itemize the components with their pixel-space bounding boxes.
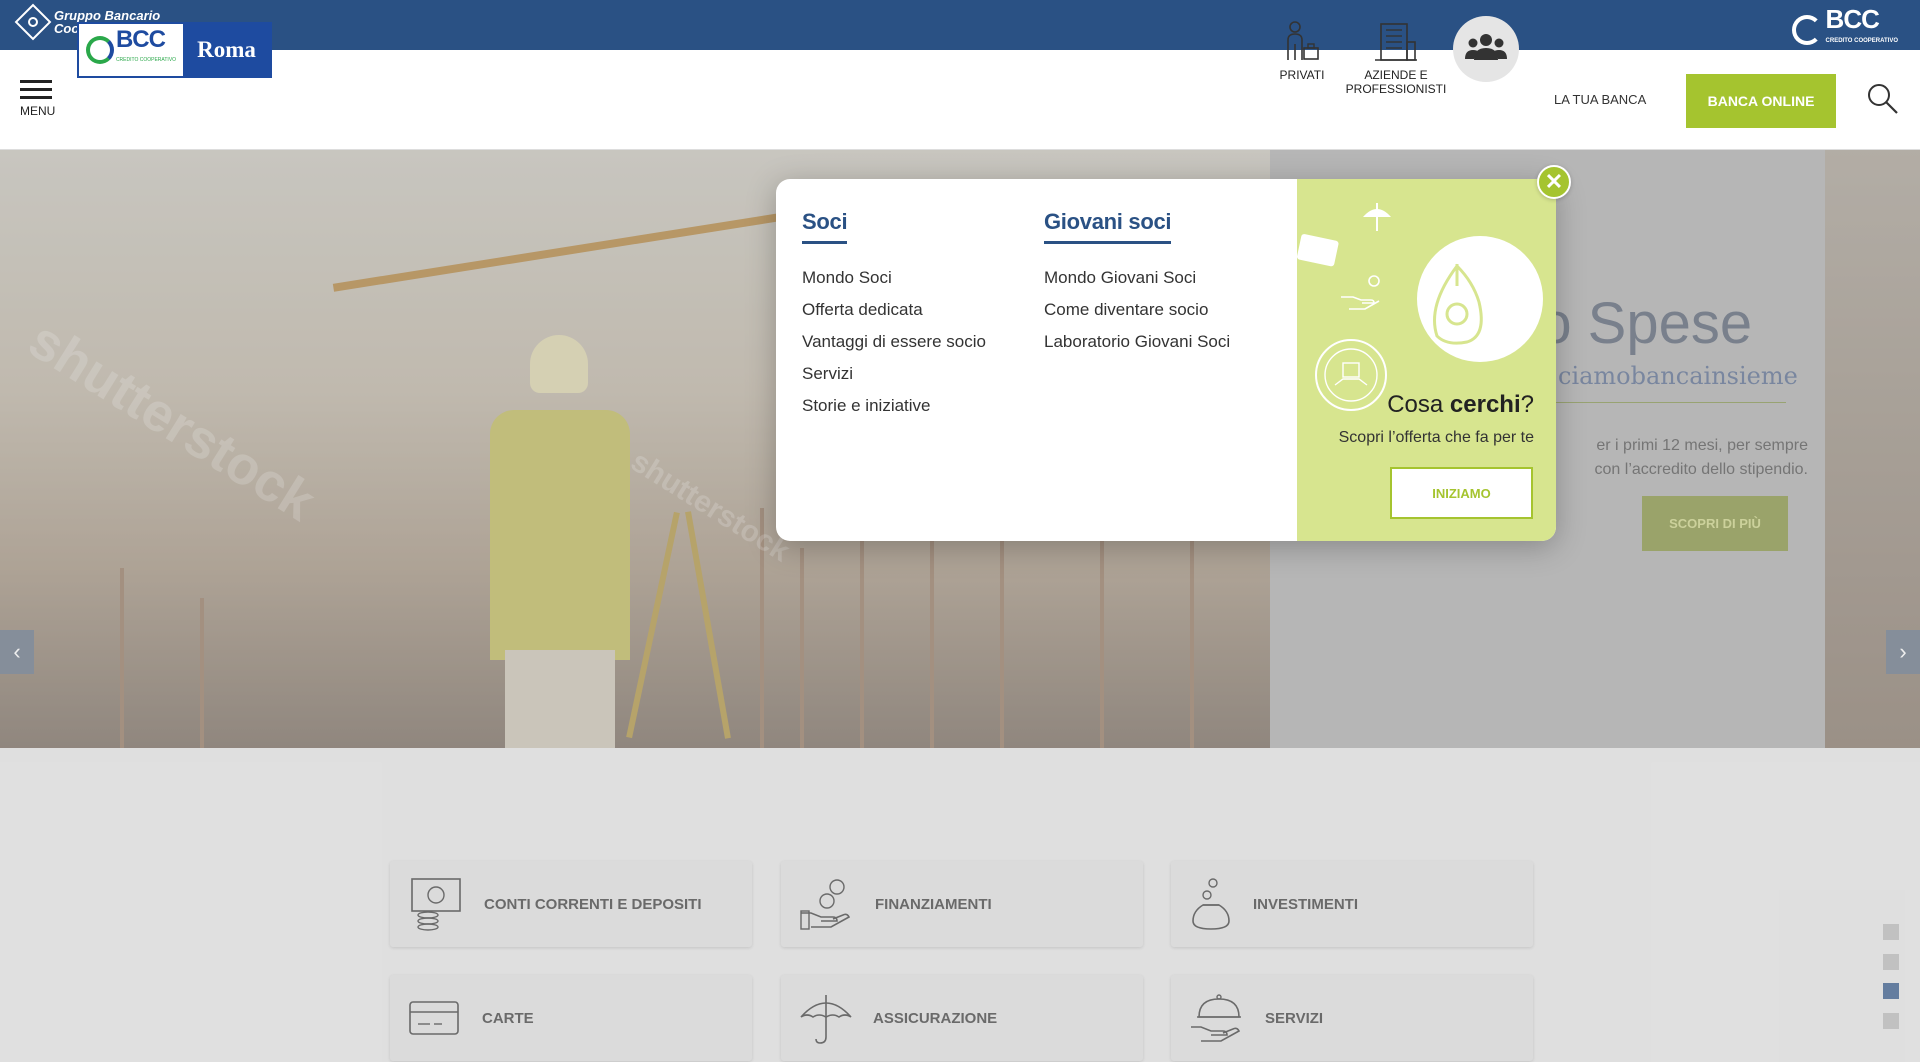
search-button[interactable] (1866, 82, 1900, 116)
segment-aziende[interactable]: AZIENDE E PROFESSIONISTI (1340, 20, 1452, 96)
menu-label: MENU (20, 104, 56, 118)
person-briefcase-icon (1287, 21, 1319, 60)
soci-link-storie[interactable]: Storie e iniziative (802, 390, 986, 422)
segment-soci[interactable] (1453, 16, 1519, 82)
menu-button[interactable]: MENU (20, 80, 56, 118)
bank-logo-wordmark: BCC CREDITO COOPERATIVO (115, 28, 177, 70)
popup-close-button[interactable]: ✕ (1537, 165, 1571, 199)
bank-logo-brand: BCC CREDITO COOPERATIVO (79, 24, 183, 76)
promo-gift-circle (1315, 339, 1387, 411)
search-icon (1868, 84, 1898, 114)
soci-link-offerta-dedicata[interactable]: Offerta dedicata (802, 294, 986, 326)
bcc-logo-ring-icon (85, 36, 114, 64)
gift-hands-icon (1324, 348, 1378, 402)
giovani-soci-heading[interactable]: Giovani soci (1044, 209, 1172, 244)
soci-heading[interactable]: Soci (802, 209, 848, 244)
bcc-ring-icon (1791, 15, 1822, 45)
soci-link-servizi[interactable]: Servizi (802, 358, 986, 390)
avocado-icon (1433, 263, 1483, 345)
promo-panel: Cosa cerchi? Scopri l’offerta che fa per… (1297, 179, 1556, 541)
giovani-soci-link-list: Mondo Giovani Soci Come diventare socio … (1044, 262, 1230, 358)
la-tua-banca-link[interactable]: LA TUA BANCA (1554, 92, 1646, 107)
soci-link-mondo-soci[interactable]: Mondo Soci (802, 262, 986, 294)
promo-title: Cosa cerchi? (1387, 391, 1534, 419)
giovani-link-come-diventare[interactable]: Come diventare socio (1044, 294, 1230, 326)
bcc-brand-logo[interactable]: BCC CREDITO COOPERATIVO (1791, 6, 1898, 52)
soci-link-vantaggi[interactable]: Vantaggi di essere socio (802, 326, 986, 358)
bank-logo-brand-text: BCC (115, 26, 166, 53)
bank-logo-city: Roma (183, 24, 270, 76)
banca-online-button[interactable]: BANCA ONLINE (1686, 74, 1836, 128)
hamburger-icon-bar (20, 88, 52, 91)
top-bar: Gruppo Bancario Cooperativo Iccrea BCC C… (0, 0, 1920, 50)
giovani-soci-column: Giovani soci Mondo Giovani Soci Come div… (1044, 209, 1230, 358)
giovani-link-laboratorio[interactable]: Laboratorio Giovani Soci (1044, 326, 1230, 358)
soci-column: Soci Mondo Soci Offerta dedicata Vantagg… (802, 209, 986, 422)
soci-link-list: Mondo Soci Offerta dedicata Vantaggi di … (802, 262, 986, 422)
giovani-link-mondo[interactable]: Mondo Giovani Soci (1044, 262, 1230, 294)
promo-title-prefix: Cosa (1387, 391, 1450, 418)
hamburger-icon-bar (20, 96, 52, 99)
building-icon (1375, 23, 1417, 61)
bank-logo[interactable]: BCC CREDITO COOPERATIVO Roma (77, 22, 272, 78)
group-logo-icon (14, 3, 52, 41)
group-users-icon (1465, 34, 1507, 60)
segment-privati-label: PRIVATI (1279, 68, 1325, 82)
bcc-brand-subtext: CREDITO COOPERATIVO (1825, 38, 1898, 44)
bcc-brand-wordmark: BCC CREDITO COOPERATIVO (1825, 6, 1898, 52)
promo-title-bold: cerchi (1449, 391, 1521, 418)
close-icon: ✕ (1544, 169, 1564, 194)
iniziamo-button[interactable]: INIZIAMO (1390, 467, 1533, 519)
segment-privati[interactable]: PRIVATI (1270, 20, 1334, 82)
soci-dropdown-panel: Soci Mondo Soci Offerta dedicata Vantagg… (776, 179, 1556, 541)
segment-aziende-label: AZIENDE E PROFESSIONISTI (1345, 68, 1447, 96)
promo-piggy-circle (1417, 236, 1543, 362)
bank-logo-brand-subtext: CREDITO COOPERATIVO (115, 57, 177, 63)
promo-title-suffix: ? (1520, 391, 1534, 418)
hamburger-icon (20, 80, 52, 83)
promo-subtitle: Scopri l’offerta che fa per te (1338, 429, 1534, 446)
